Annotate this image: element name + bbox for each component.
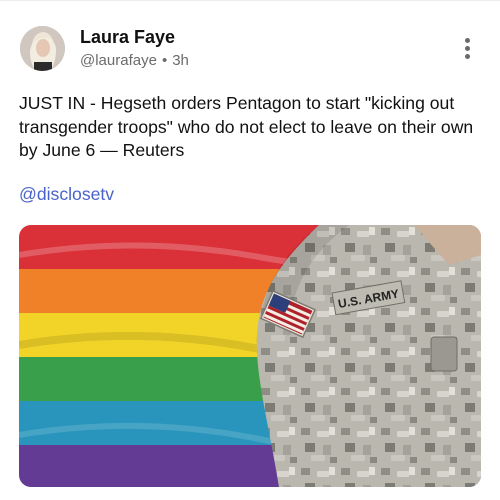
avatar[interactable] (20, 26, 65, 71)
meta-separator: • (161, 52, 168, 69)
top-divider (0, 0, 500, 1)
more-vertical-icon[interactable] (459, 38, 475, 64)
mention-link[interactable]: @disclosetv (19, 184, 114, 205)
author-handle[interactable]: @laurafaye (80, 52, 157, 69)
post-text: JUST IN - Hegseth orders Pentagon to sta… (19, 93, 474, 160)
author-name[interactable]: Laura Faye (80, 27, 175, 48)
post-image[interactable]: U.S. ARMY (19, 225, 481, 487)
author-meta: @laurafaye • 3h (80, 52, 189, 69)
post-time[interactable]: 3h (172, 52, 189, 69)
